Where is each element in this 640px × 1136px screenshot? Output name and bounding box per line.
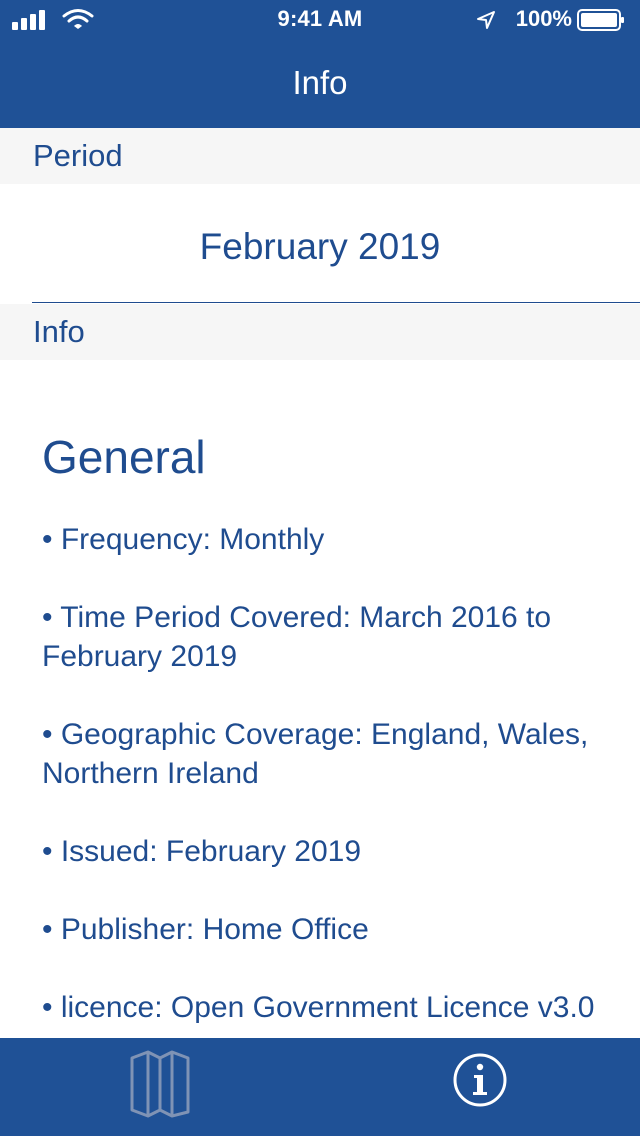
info-section-title: Info	[33, 314, 85, 349]
battery-percentage: 100%	[515, 6, 572, 31]
info-list-item: licence: Open Government Licence v3.0	[42, 988, 602, 1027]
period-selector[interactable]: February 2019	[0, 184, 640, 302]
location-arrow-icon	[477, 11, 495, 29]
period-section-title: Period	[33, 138, 123, 173]
info-list-item: Time Period Covered: March 2016 to Febru…	[42, 598, 602, 676]
info-list: Frequency: Monthly Time Period Covered: …	[42, 520, 602, 1038]
battery-icon	[577, 9, 624, 31]
info-section-header: Info	[0, 304, 640, 360]
period-section-header: Period	[0, 128, 640, 184]
tab-bar	[0, 1038, 640, 1136]
top-bar: 9:41 AM 100% Info	[0, 0, 640, 128]
info-content[interactable]: General Frequency: Monthly Time Period C…	[0, 360, 640, 1038]
info-list-item: Geographic Coverage: England, Wales, Nor…	[42, 715, 602, 793]
info-heading: General	[42, 431, 206, 483]
info-list-item: Publisher: Home Office	[42, 910, 602, 949]
info-list-item: Frequency: Monthly	[42, 520, 602, 559]
info-icon[interactable]	[452, 1052, 508, 1108]
period-divider	[32, 302, 640, 303]
info-list-item: Issued: February 2019	[42, 832, 602, 871]
page-title: Info	[292, 64, 348, 101]
map-icon[interactable]	[128, 1050, 192, 1118]
status-bar: 9:41 AM 100%	[0, 0, 640, 40]
period-value[interactable]: February 2019	[0, 226, 640, 268]
